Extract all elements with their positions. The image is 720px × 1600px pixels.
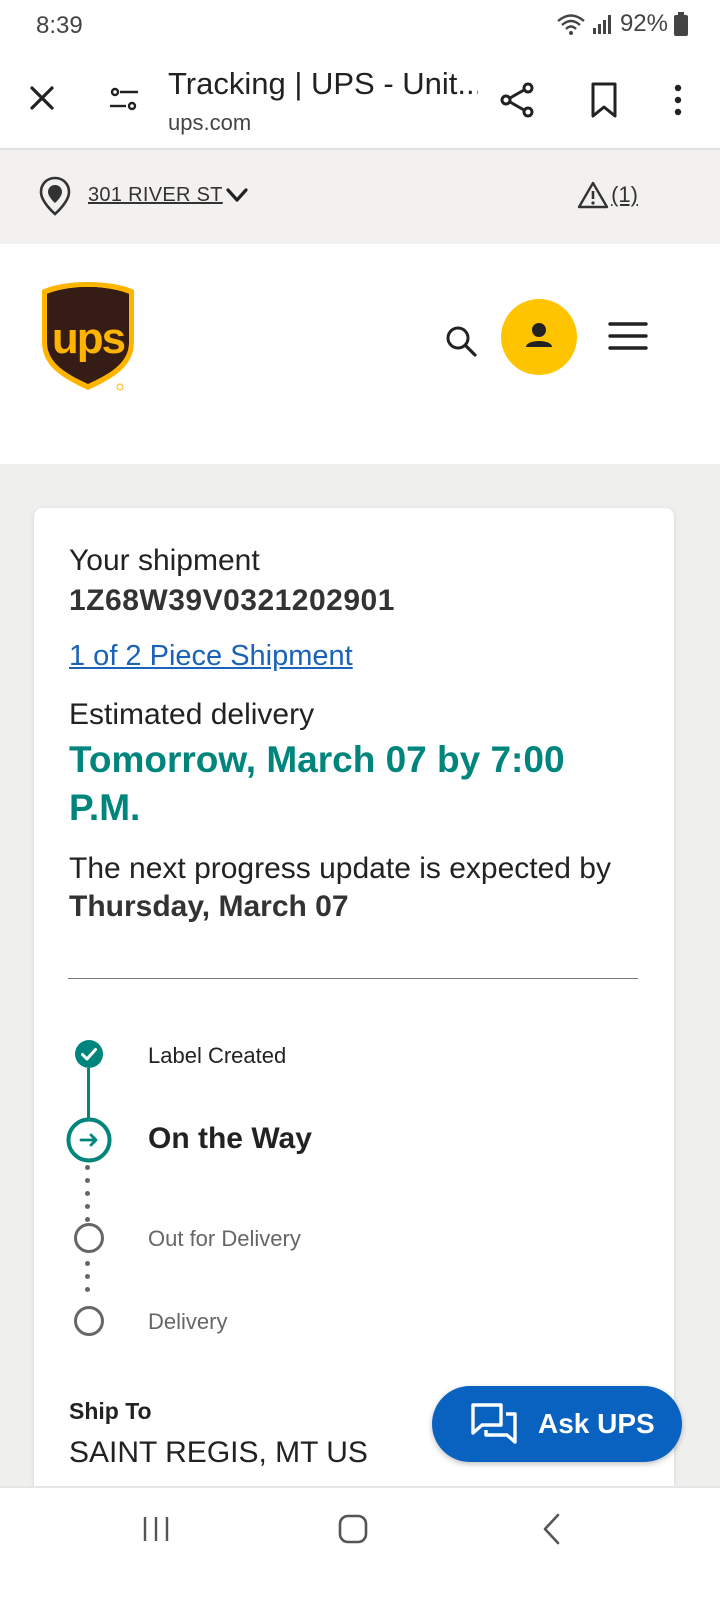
battery-icon — [674, 12, 688, 36]
status-time: 8:39 — [36, 12, 83, 39]
more-options-icon[interactable] — [658, 80, 698, 120]
next-update-text: The next progress update is expected by … — [69, 850, 649, 926]
timeline-dotted-line — [85, 1165, 91, 1230]
bookmark-icon[interactable] — [584, 80, 624, 120]
site-settings-icon[interactable] — [106, 82, 142, 118]
battery-percent: 92% — [619, 10, 668, 37]
shipment-card: Your shipment 1Z68W39V0321202901 1 of 2 … — [34, 508, 674, 1518]
signal-icon — [592, 15, 611, 34]
page-title[interactable]: Tracking | UPS - Unit... — [168, 66, 478, 102]
home-icon[interactable] — [336, 1512, 370, 1546]
timeline-dotted-line — [85, 1261, 91, 1300]
piece-shipment-link[interactable]: 1 of 2 Piece Shipment — [69, 640, 353, 673]
next-update-date: Thursday, March 07 — [69, 890, 349, 923]
alert-count: (1) — [611, 182, 638, 207]
status-bar: 8:39 92% — [0, 0, 720, 52]
site-header: ups — [0, 244, 720, 464]
shipment-label: Your shipment — [69, 544, 260, 577]
system-navigation-bar — [0, 1486, 720, 1600]
location-pin-icon — [39, 176, 71, 216]
recent-apps-icon[interactable] — [141, 1514, 171, 1544]
next-update-prefix: The next progress update is expected by — [69, 852, 611, 885]
timeline-step-label: Out for Delivery — [148, 1226, 301, 1251]
back-icon[interactable] — [538, 1512, 564, 1546]
empty-circle-icon — [74, 1223, 104, 1253]
estimated-delivery-date: Tomorrow, March 07 by 7:00 P.M. — [69, 739, 565, 828]
close-icon[interactable] — [24, 80, 60, 116]
check-circle-icon — [75, 1040, 103, 1068]
ask-ups-label: Ask UPS — [538, 1408, 655, 1439]
hamburger-menu-icon[interactable] — [608, 320, 648, 352]
ship-to-label: Ship To — [69, 1398, 152, 1424]
status-icons: 92% — [556, 10, 688, 38]
timeline-step-current-label: On the Way — [148, 1122, 312, 1155]
chat-bubbles-icon — [471, 1403, 517, 1444]
browser-toolbar: Tracking | UPS - Unit... ups.com — [0, 52, 720, 150]
timeline-step-label: Label Created — [148, 1043, 287, 1068]
warning-icon — [577, 181, 609, 209]
location-bar: 301 RIVER ST (1) — [0, 150, 720, 244]
share-icon[interactable] — [498, 80, 538, 120]
ups-logo[interactable]: ups — [40, 280, 136, 394]
delivery-address-link[interactable]: 301 RIVER ST — [88, 184, 223, 207]
tracking-content: Your shipment 1Z68W39V0321202901 1 of 2 … — [0, 464, 720, 1518]
ups-logo-text: ups — [52, 314, 125, 363]
wifi-icon — [557, 14, 585, 35]
ask-ups-button[interactable]: Ask UPS — [432, 1386, 682, 1462]
chevron-down-icon[interactable] — [224, 182, 250, 208]
account-button[interactable] — [501, 299, 577, 375]
timeline-step-label: Delivery — [148, 1309, 228, 1334]
alerts-link[interactable]: (1) — [577, 180, 638, 210]
estimated-delivery-label: Estimated delivery — [69, 698, 315, 731]
arrow-circle-icon — [66, 1117, 112, 1163]
tracking-number: 1Z68W39V0321202901 — [69, 584, 395, 617]
page-url[interactable]: ups.com — [168, 110, 251, 136]
ship-to-value: SAINT REGIS, MT US — [69, 1436, 368, 1469]
search-icon[interactable] — [444, 324, 478, 358]
empty-circle-icon — [74, 1306, 104, 1336]
divider — [68, 978, 638, 979]
user-icon — [526, 323, 552, 347]
